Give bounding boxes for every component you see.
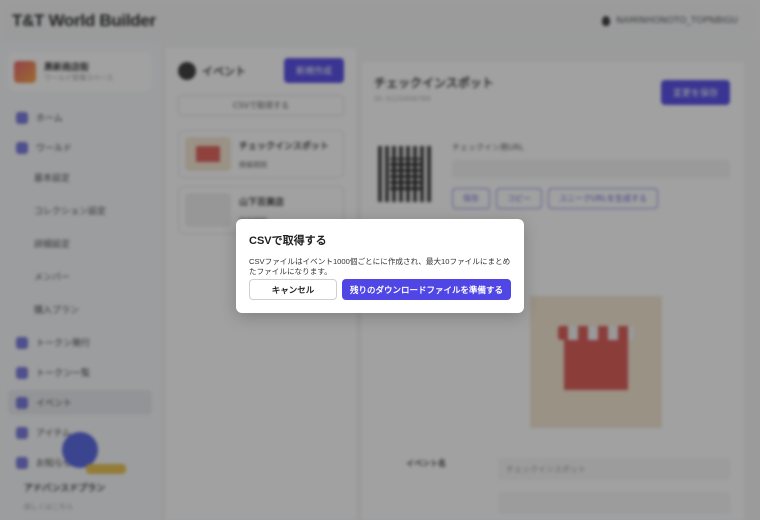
csv-export-dialog: CSVで取得する CSVファイルはイベント1000個ごとにに作成され、最大10フ… [236, 219, 524, 313]
prepare-download-button[interactable]: 残りのダウンロードファイルを準備する [342, 279, 511, 300]
dialog-actions: キャンセル 残りのダウンロードファイルを準備する [249, 279, 511, 300]
dialog-message: CSVファイルはイベント1000個ごとにに作成され、最大10ファイルにまとめたフ… [249, 257, 511, 276]
cancel-button[interactable]: キャンセル [249, 279, 337, 300]
dialog-title: CSVで取得する [249, 235, 327, 247]
